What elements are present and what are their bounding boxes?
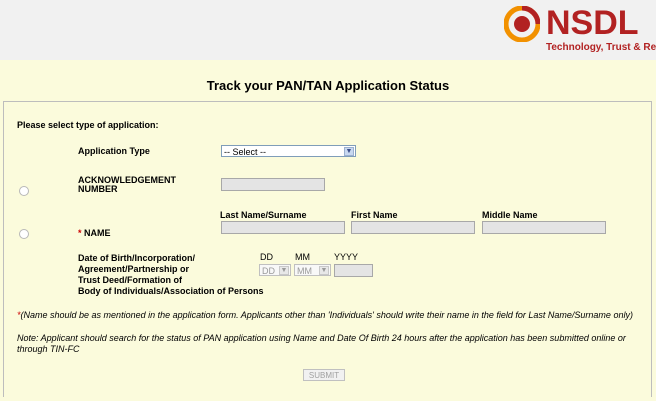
name-label: * NAME	[78, 228, 111, 238]
dd-label: DD	[260, 252, 273, 262]
logo-text: NSDL	[546, 4, 639, 42]
required-mark: *	[78, 228, 82, 238]
dob-label-line4: Body of Individuals/Association of Perso…	[78, 286, 264, 296]
dob-label-line3: Trust Deed/Formation of	[78, 275, 183, 285]
application-type-label: Application Type	[78, 146, 150, 156]
applicant-note-line2: through TIN-FC	[17, 344, 80, 354]
name-note: *(Name should be as mentioned in the app…	[17, 310, 633, 320]
chevron-down-icon: ▼	[319, 266, 329, 275]
select-type-label: Please select type of application:	[17, 120, 159, 130]
name-note-text: (Name should be as mentioned in the appl…	[20, 310, 633, 320]
dob-month-select[interactable]: MM ▼	[294, 264, 331, 276]
first-name-input[interactable]	[351, 221, 475, 234]
dob-day-select[interactable]: DD ▼	[259, 264, 291, 276]
header-bar: NSDL Technology, Trust & Reach	[0, 0, 656, 60]
chevron-down-icon: ▼	[279, 266, 289, 275]
first-name-label: First Name	[351, 210, 398, 220]
application-type-value: -- Select --	[224, 147, 267, 157]
acknowledgement-number-input[interactable]	[221, 178, 325, 191]
submit-button[interactable]: SUBMIT	[303, 369, 345, 381]
application-type-select[interactable]: -- Select -- ▼	[221, 145, 356, 157]
nsdl-logo: NSDL Technology, Trust & Reach	[496, 0, 656, 60]
chevron-down-icon: ▼	[344, 147, 354, 156]
dob-year-input[interactable]	[334, 264, 373, 277]
dob-month-value: MM	[297, 266, 312, 276]
yyyy-label: YYYY	[334, 252, 359, 262]
ack-label-line2: NUMBER	[78, 184, 118, 194]
mm-label: MM	[295, 252, 310, 262]
last-name-label: Last Name/Surname	[220, 210, 307, 220]
nsdl-logo-icon	[504, 6, 540, 42]
name-label-text: NAME	[84, 228, 111, 238]
middle-name-input[interactable]	[482, 221, 606, 234]
middle-name-label: Middle Name	[482, 210, 538, 220]
dob-label-line2: Agreement/Partnership or	[78, 264, 190, 274]
logo-tagline: Technology, Trust & Reach	[546, 42, 656, 53]
dob-day-value: DD	[262, 266, 275, 276]
dob-label-line1: Date of Birth/Incorporation/	[78, 253, 195, 263]
page-title: Track your PAN/TAN Application Status	[206, 78, 450, 93]
last-name-input[interactable]	[221, 221, 345, 234]
applicant-note-line1: Note: Applicant should search for the st…	[17, 333, 626, 343]
acknowledgement-radio[interactable]	[19, 186, 29, 196]
name-radio[interactable]	[19, 229, 29, 239]
